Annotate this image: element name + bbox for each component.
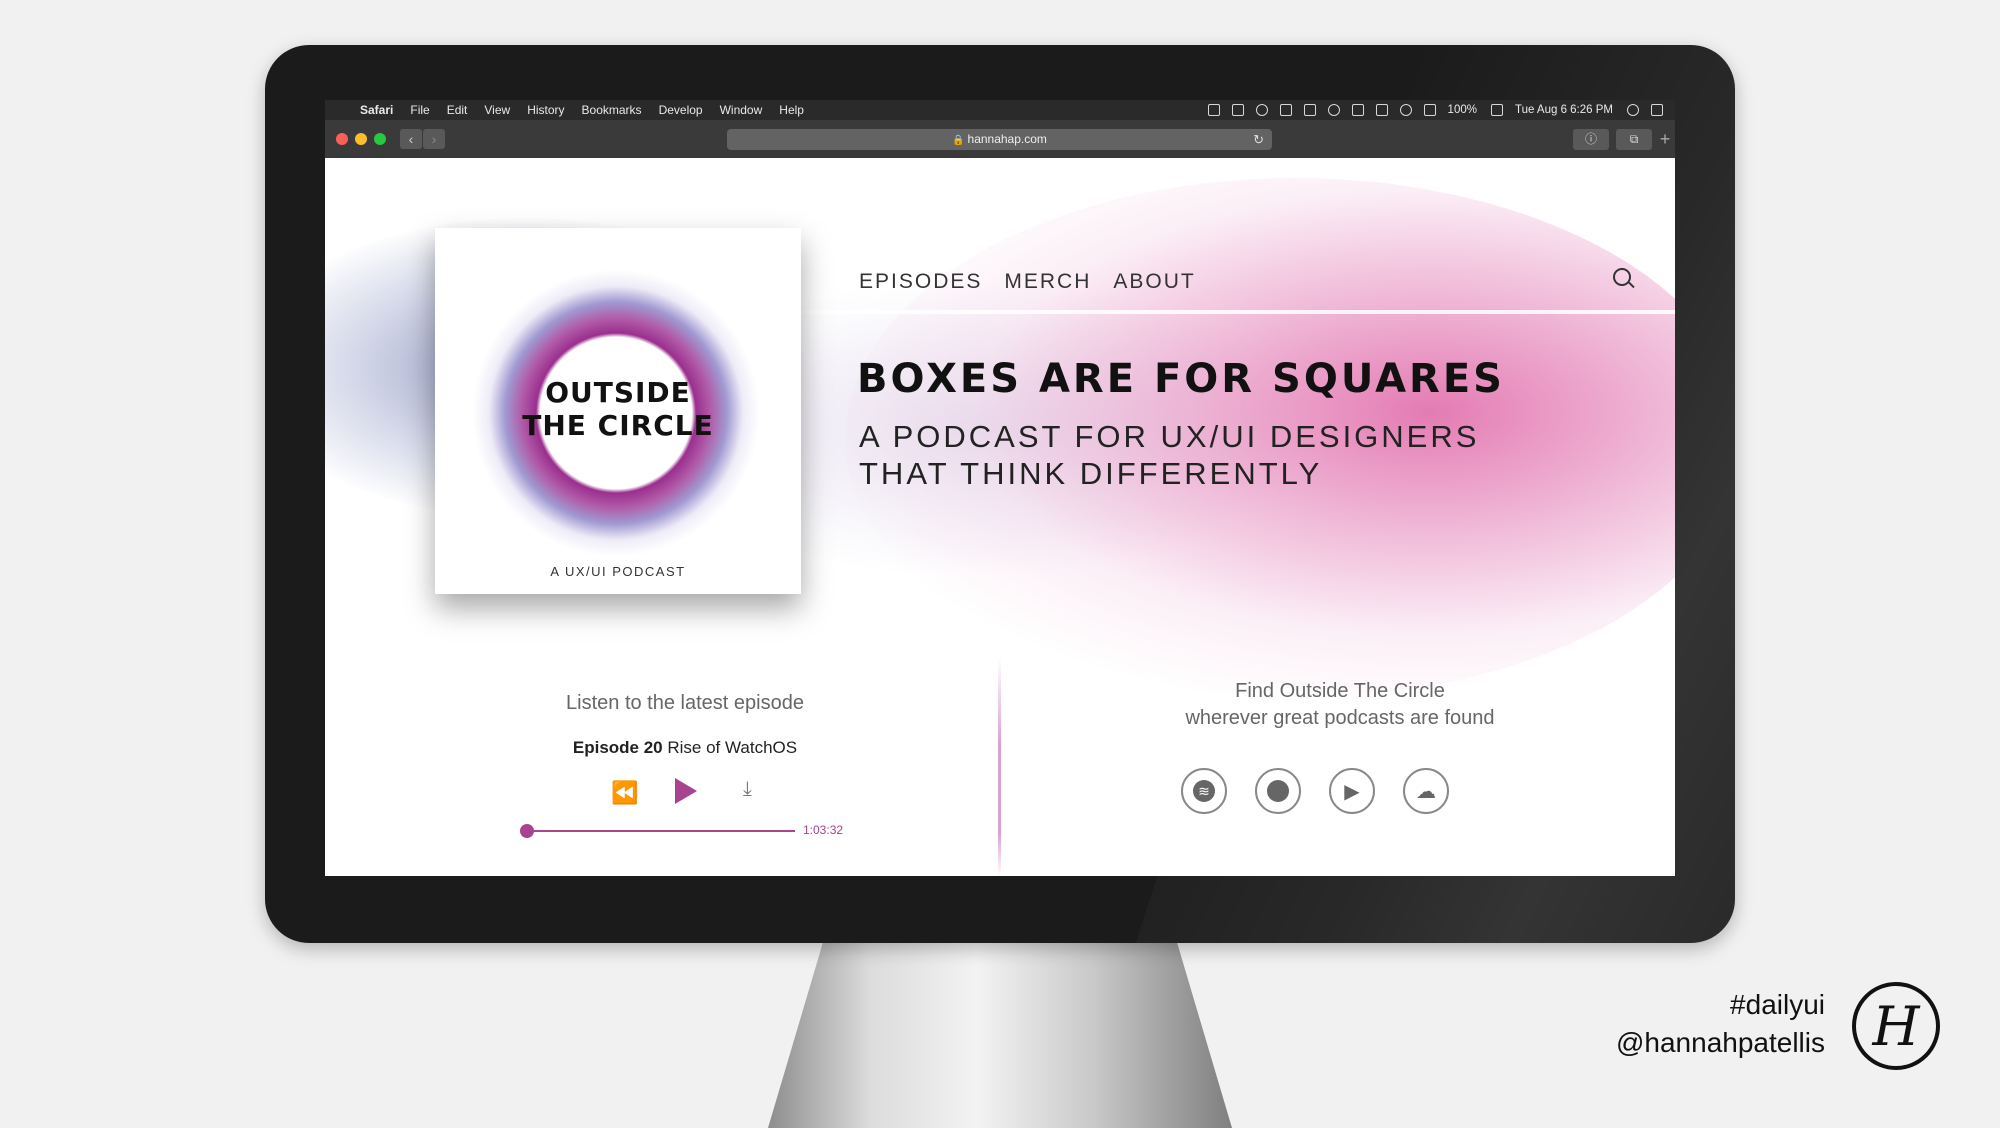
hashtag-dailyui: #dailyui (1730, 989, 1825, 1020)
screen: Safari File Edit View History Bookmarks … (325, 100, 1675, 876)
search-icon[interactable] (1613, 268, 1631, 286)
author-monogram-logo: H (1852, 982, 1940, 1070)
menu-extras: 100% Tue Aug 6 6:26 PM (1207, 100, 1675, 120)
hero-headline: BOXES ARE FOR SQUARES (857, 356, 1505, 402)
cover-title: OUTSIDE THE CIRCLE (435, 376, 801, 442)
progress-scrubber[interactable] (520, 824, 534, 838)
wifi-icon[interactable] (1399, 104, 1412, 116)
menu-edit[interactable]: Edit (447, 103, 468, 117)
battery-icon[interactable] (1490, 104, 1503, 116)
podcast-cover-art[interactable]: OUTSIDE THE CIRCLE A UX/UI PODCAST (435, 228, 801, 594)
author-credit: #dailyui @hannahpatellis (1616, 986, 1825, 1062)
player-controls: ⏪ ⤓ (611, 776, 771, 810)
nav-episodes[interactable]: EPISODES (859, 270, 982, 294)
hero-subhead-line2: THAT THINK DIFFERENTLY (859, 456, 1323, 491)
hero-subhead: A PODCAST FOR UX/UI DESIGNERS THAT THINK… (859, 418, 1519, 492)
menu-window[interactable]: Window (720, 103, 763, 117)
minimize-window-button[interactable] (355, 133, 367, 145)
menu-history[interactable]: History (527, 103, 564, 117)
notification-center-icon[interactable] (1651, 104, 1663, 116)
mac-menu-bar: Safari File Edit View History Bookmarks … (325, 100, 1675, 120)
play-button[interactable] (675, 778, 697, 804)
soundcloud-icon[interactable]: ☁ (1403, 768, 1449, 814)
reload-icon[interactable]: ↻ (1253, 129, 1264, 150)
nav-about[interactable]: ABOUT (1113, 270, 1195, 294)
bluetooth-icon[interactable] (1351, 104, 1364, 116)
author-handle: @hannahpatellis (1615, 1027, 1825, 1058)
spotify-icon[interactable]: ≋ (1181, 768, 1227, 814)
nav-merch[interactable]: MERCH (1004, 270, 1091, 294)
menu-help[interactable]: Help (779, 103, 804, 117)
keyboard-icon[interactable] (1375, 104, 1388, 116)
player-title: Listen to the latest episode (566, 692, 804, 714)
rewind-icon[interactable]: ⏪ (611, 780, 638, 806)
platforms-title-line1: Find Outside The Circle (1235, 680, 1445, 702)
episode-title[interactable]: Episode 20 Rise of WatchOS (485, 738, 885, 758)
progress-track[interactable] (527, 830, 795, 832)
url-text: hannahap.com (967, 132, 1047, 146)
menu-develop[interactable]: Develop (659, 103, 703, 117)
platforms-title-line2: wherever great podcasts are found (1185, 707, 1495, 729)
dropbox-icon[interactable] (1231, 104, 1244, 116)
cover-subtitle: A UX/UI PODCAST (550, 564, 686, 579)
section-divider (998, 658, 1001, 876)
new-tab-button[interactable]: + (1655, 127, 1675, 151)
back-button[interactable]: ‹ (400, 129, 422, 149)
r-app-icon[interactable] (1279, 104, 1292, 116)
safari-toolbar: ‹ › 🔒 hannahap.com ↻ ⓘ ⧉ + (325, 120, 1675, 159)
address-bar[interactable]: 🔒 hannahap.com ↻ (727, 129, 1272, 150)
clock[interactable]: Tue Aug 6 6:26 PM (1515, 104, 1613, 116)
main-nav: EPISODES MERCH ABOUT (859, 270, 1196, 294)
layout-icon[interactable] (1207, 104, 1220, 116)
cover-title-line2: THE CIRCLE (522, 409, 714, 442)
menu-safari[interactable]: Safari (360, 103, 393, 117)
shield-icon[interactable] (1255, 104, 1268, 116)
zoom-window-button[interactable] (374, 133, 386, 145)
share-button[interactable]: ⓘ (1573, 129, 1609, 150)
apple-logo-icon (980, 888, 1020, 928)
episode-duration: 1:03:32 (803, 823, 844, 837)
airplay-icon[interactable] (1303, 104, 1316, 116)
spotlight-search-icon[interactable] (1627, 104, 1639, 116)
apple-podcasts-icon[interactable] (1255, 768, 1301, 814)
lock-icon: 🔒 (952, 135, 965, 146)
battery-percent[interactable]: 100% (1448, 104, 1477, 116)
download-icon[interactable]: ⤓ (743, 778, 752, 801)
web-page: OUTSIDE THE CIRCLE A UX/UI PODCAST EPISO… (325, 158, 1675, 876)
tabs-overview-button[interactable]: ⧉ (1616, 129, 1652, 150)
forward-button[interactable]: › (423, 129, 445, 149)
menu-file[interactable]: File (410, 103, 429, 117)
platform-links: ≋ ▶ ☁ (1181, 768, 1449, 814)
close-window-button[interactable] (336, 133, 348, 145)
hero-subhead-line1: A PODCAST FOR UX/UI DESIGNERS (859, 419, 1480, 454)
nav-underline (785, 310, 1675, 314)
platforms-title: Find Outside The Circle wherever great p… (1115, 678, 1565, 732)
cover-title-line1: OUTSIDE (545, 376, 691, 409)
time-machine-icon[interactable] (1327, 104, 1340, 116)
episode-number: Episode 20 (572, 738, 663, 757)
episode-name: Rise of WatchOS (667, 738, 798, 757)
menu-bookmarks[interactable]: Bookmarks (582, 103, 642, 117)
menu-view[interactable]: View (484, 103, 510, 117)
monitor-stand (768, 940, 1232, 1128)
google-play-icon[interactable]: ▶ (1329, 768, 1375, 814)
volume-icon[interactable] (1423, 104, 1436, 116)
